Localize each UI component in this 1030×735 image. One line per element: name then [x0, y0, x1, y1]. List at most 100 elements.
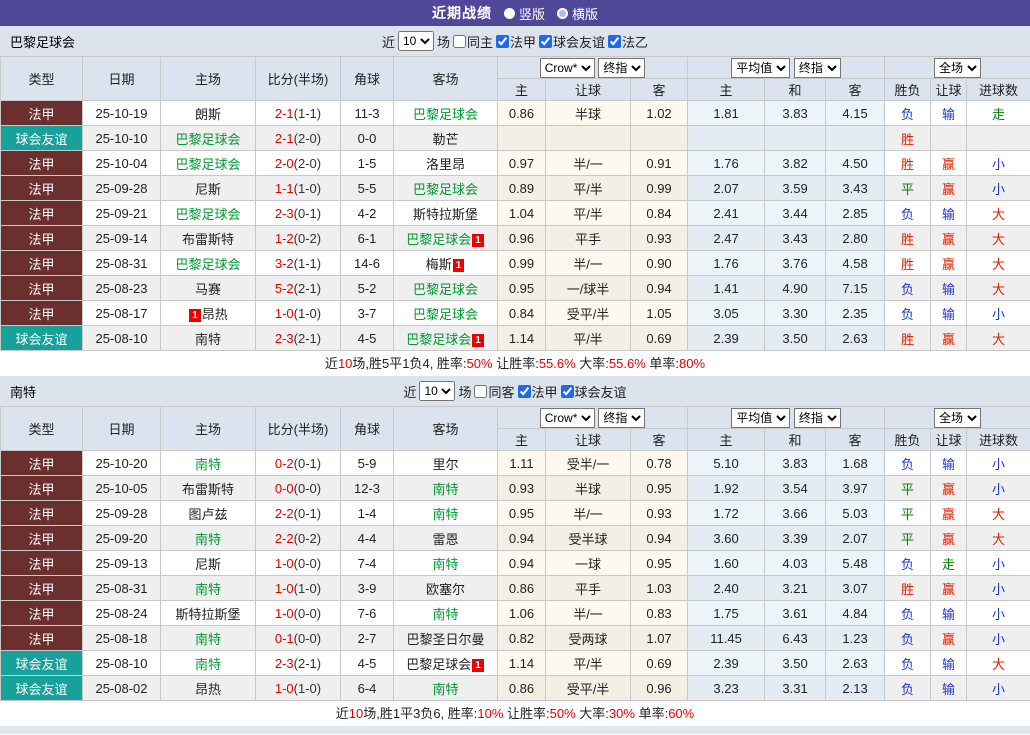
- handicap-away-odds-cell: 0.83: [629, 600, 689, 626]
- score-cell: 3-2(1-1): [255, 250, 341, 276]
- handicap-odds-time-select[interactable]: 终指: [598, 407, 646, 428]
- average-select[interactable]: 平均值: [731, 407, 791, 428]
- handicap-away-odds-cell: 0.69: [629, 325, 689, 351]
- europe-home-odds-cell: 1.76: [687, 250, 766, 276]
- filter-checkbox-label: 同主: [466, 34, 493, 50]
- europe-home-odds-cell: 1.92: [687, 475, 766, 501]
- scope-select[interactable]: 全场: [934, 57, 982, 78]
- bookmaker-select[interactable]: Crow*: [539, 57, 595, 78]
- recent-count-select[interactable]: 10: [419, 381, 456, 401]
- col-header-type: 类型: [0, 56, 83, 101]
- handicap-home-odds-cell: 0.99: [497, 250, 546, 276]
- filter-option[interactable]: 法甲: [496, 32, 536, 51]
- away-team-cell: 洛里昂: [393, 150, 498, 176]
- europe-away-odds-cell: 3.07: [825, 575, 886, 601]
- bookmaker-select[interactable]: Crow*: [539, 407, 595, 428]
- match-date-cell: 25-08-10: [82, 325, 161, 351]
- result-winloss-cell: 平: [884, 475, 932, 501]
- match-type-cell: 法甲: [0, 250, 83, 276]
- europe-odds-time-select[interactable]: 终指: [793, 407, 841, 428]
- result-handicap-cell: 赢: [930, 475, 968, 501]
- home-team-cell: 巴黎足球会: [160, 250, 256, 276]
- recent-count-select[interactable]: 10: [397, 31, 434, 51]
- layout-radio-vertical[interactable]: 竖版: [503, 4, 545, 23]
- handicap-line-cell: 半/一: [545, 500, 631, 526]
- home-team-cell: 南特: [160, 525, 256, 551]
- handicap-away-odds-cell: 0.94: [629, 275, 689, 301]
- filter-checkbox[interactable]: [496, 34, 509, 48]
- col-header-eu-home: 主: [687, 428, 766, 451]
- layout-radio-horizontal[interactable]: 横版: [557, 4, 598, 23]
- handicap-odds-time-select[interactable]: 终指: [598, 57, 646, 78]
- filter-option[interactable]: 同客: [474, 382, 515, 401]
- filter-checkbox[interactable]: [452, 34, 466, 48]
- match-row: 法甲 25-08-31 南特 1-0(1-0) 3-9 欧塞尔 0.86 平手 1.03 2.40…: [0, 575, 1030, 601]
- match-row: 球会友谊 25-10-10 巴黎足球会 2-1(2-0) 0-0 勒芒胜: [0, 125, 1030, 151]
- away-team-cell: 南特: [393, 600, 498, 626]
- handicap-away-odds-cell: 0.84: [629, 200, 689, 226]
- result-handicap-cell: 赢: [930, 150, 968, 176]
- handicap-home-odds-cell: [497, 125, 546, 151]
- filter-option[interactable]: 同主: [452, 32, 493, 51]
- filter-checkbox[interactable]: [560, 384, 574, 398]
- away-team-cell: 巴黎足球会 1: [393, 225, 498, 251]
- summary-line: 近10场,胜1平3负6, 胜率:10% 让胜率:50% 大率:30% 单率:60…: [0, 701, 1030, 726]
- handicap-home-odds-cell: 0.95: [497, 500, 546, 526]
- match-type-cell: 球会友谊: [0, 125, 83, 151]
- result-goals-cell: 小: [966, 575, 1030, 601]
- home-team-cell: 斯特拉斯堡: [160, 600, 256, 626]
- result-handicap-cell: 输: [930, 650, 968, 676]
- filter-option[interactable]: 球会友谊: [539, 32, 605, 51]
- scope-select[interactable]: 全场: [934, 407, 982, 428]
- handicap-home-odds-cell: 1.04: [497, 200, 546, 226]
- filter-option[interactable]: 球会友谊: [560, 382, 627, 401]
- filter-checkbox[interactable]: [539, 34, 553, 48]
- col-header-date: 日期: [82, 56, 161, 101]
- filter-checkbox[interactable]: [474, 384, 488, 398]
- home-team-cell: 南特: [160, 575, 256, 601]
- europe-home-odds-cell: 3.60: [687, 525, 766, 551]
- europe-draw-odds-cell: 4.03: [764, 550, 827, 576]
- match-row: 法甲 25-08-17 1 昂热 1-0(1-0) 3-7 巴黎足球会 0.84 受平/半 1.0…: [0, 300, 1030, 326]
- result-handicap-cell: 输: [930, 300, 968, 326]
- result-winloss-cell: 平: [884, 175, 932, 201]
- half-score-text: (0-2): [293, 230, 322, 246]
- col-header-hdc-home: 主: [497, 78, 546, 101]
- handicap-line-cell: 半球: [545, 475, 631, 501]
- full-score-text: 0-2: [274, 455, 294, 471]
- filter-checkbox[interactable]: [517, 384, 531, 398]
- away-team-cell: 勒芒: [393, 125, 498, 151]
- col-header-score: 比分(半场): [255, 56, 341, 101]
- bottom-strip: [0, 726, 1030, 734]
- summary-line: 近10场,胜5平1负4, 胜率:50% 让胜率:55.6% 大率:55.6% 单…: [0, 351, 1030, 376]
- home-team-cell: 1 昂热: [160, 300, 256, 326]
- result-handicap-cell: 赢: [930, 225, 968, 251]
- average-select[interactable]: 平均值: [731, 57, 791, 78]
- team-name-text: 巴黎足球会: [412, 281, 478, 297]
- handicap-away-odds-cell: 0.93: [629, 225, 689, 251]
- match-date-cell: 25-08-31: [82, 250, 161, 276]
- team-name: 巴黎足球会: [10, 34, 76, 50]
- topbar: 近期战绩 竖版 横版: [0, 0, 1030, 26]
- full-score-text: 3-2: [274, 255, 294, 271]
- filter-option[interactable]: 法乙: [608, 32, 648, 51]
- handicap-home-odds-cell: 0.97: [497, 150, 546, 176]
- recent-label: 近: [403, 384, 417, 400]
- summary-text: 50%: [549, 706, 576, 721]
- full-score-text: 1-0: [274, 305, 294, 321]
- half-score-text: (2-0): [293, 130, 322, 146]
- corner-cell: 6-4: [340, 675, 394, 701]
- corner-cell: 2-7: [340, 625, 394, 651]
- handicap-line-cell: 受半球: [545, 525, 631, 551]
- europe-odds-time-select[interactable]: 终指: [793, 57, 841, 78]
- home-team-cell: 巴黎足球会: [160, 125, 256, 151]
- europe-away-odds-cell: 2.63: [825, 325, 886, 351]
- filter-checkbox[interactable]: [608, 34, 622, 48]
- half-score-text: (0-0): [293, 555, 322, 571]
- result-winloss-cell: 负: [884, 675, 932, 701]
- filter-option[interactable]: 法甲: [517, 382, 558, 401]
- team-name-text: 梅斯: [425, 256, 452, 272]
- home-team-cell: 尼斯: [160, 550, 256, 576]
- filter-checkbox-label: 球会友谊: [574, 384, 627, 400]
- home-team-cell: 南特: [160, 325, 256, 351]
